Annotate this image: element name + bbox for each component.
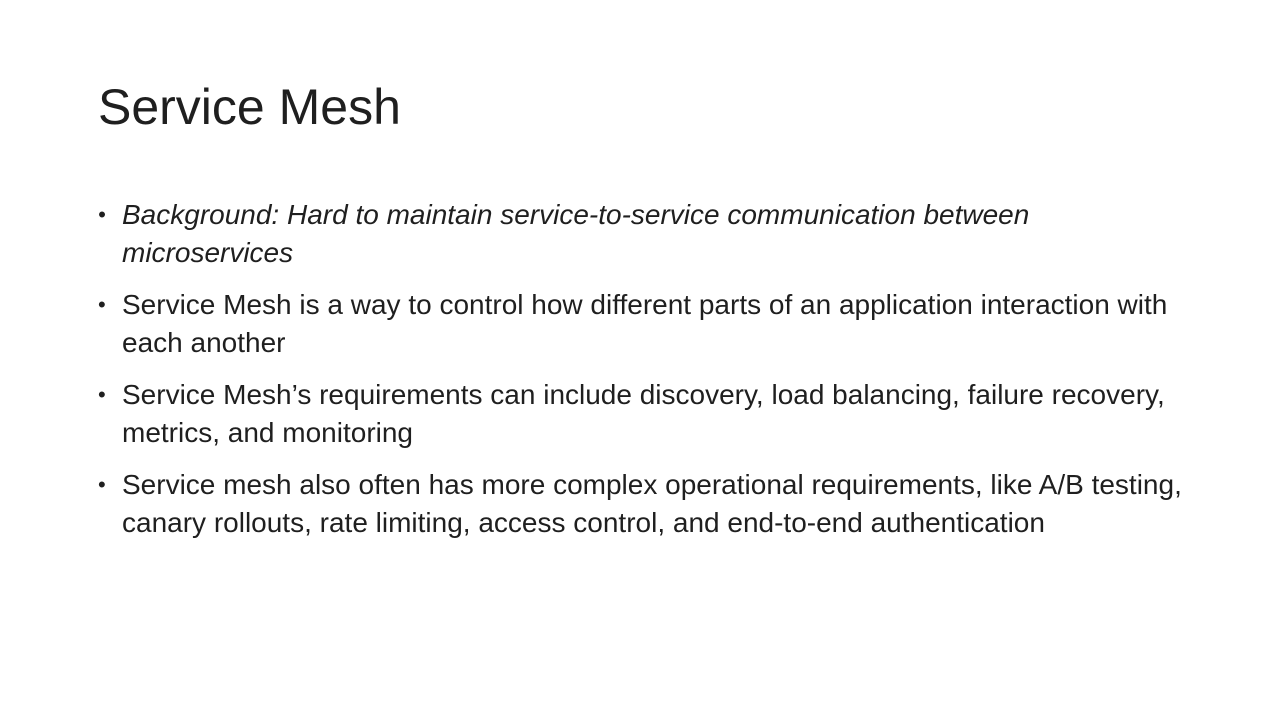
slide-title: Service Mesh	[98, 79, 401, 135]
bullet-item-definition: • Service Mesh is a way to control how d…	[98, 286, 1188, 362]
bullet-text: Service Mesh is a way to control how dif…	[122, 289, 1168, 358]
bullet-text: Service mesh also often has more complex…	[122, 469, 1182, 538]
bullet-item-operational: • Service mesh also often has more compl…	[98, 466, 1188, 542]
bullet-icon: •	[98, 292, 106, 317]
bullet-text: Service Mesh’s requirements can include …	[122, 379, 1165, 448]
bullet-item-background: • Background: Hard to maintain service-t…	[98, 196, 1188, 272]
bullet-item-requirements: • Service Mesh’s requirements can includ…	[98, 376, 1188, 452]
bullet-icon: •	[98, 472, 106, 497]
bullet-icon: •	[98, 382, 106, 407]
bullet-text: Background: Hard to maintain service-to-…	[122, 199, 1030, 268]
slide: Service Mesh • Background: Hard to maint…	[0, 0, 1280, 720]
bullet-icon: •	[98, 202, 106, 227]
bullet-list: • Background: Hard to maintain service-t…	[98, 196, 1188, 556]
